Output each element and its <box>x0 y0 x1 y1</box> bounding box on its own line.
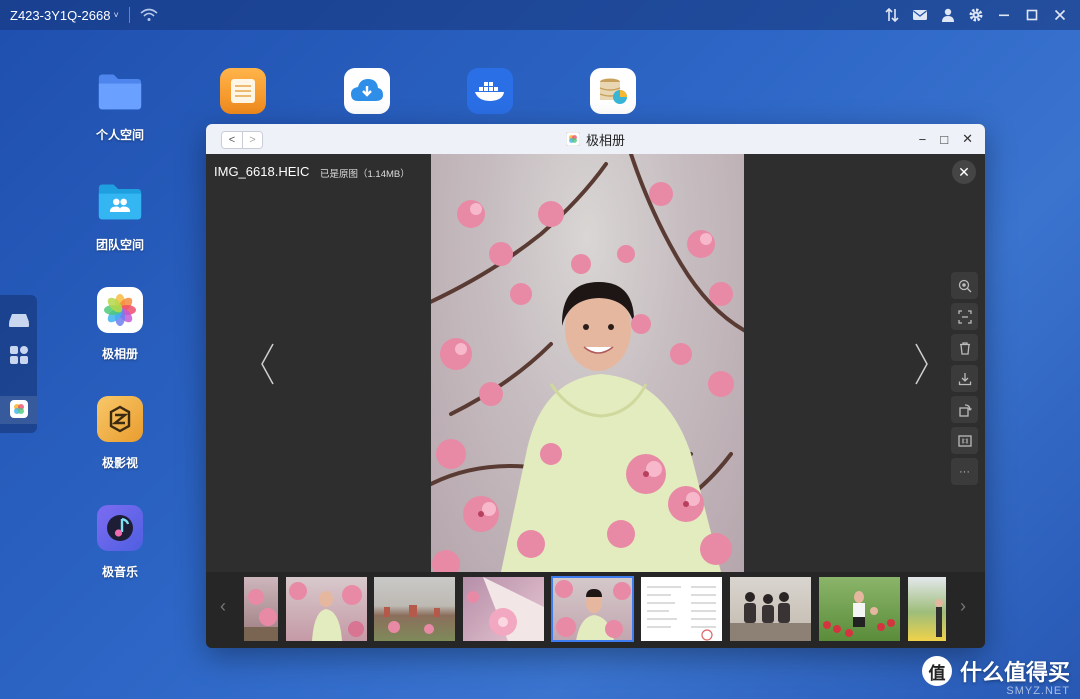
window-title: 极相册 <box>206 130 985 149</box>
close-icon[interactable] <box>1052 7 1068 23</box>
watermark: 值 什么值得买 SMYZ.NET <box>921 655 1070 697</box>
thumbnail[interactable] <box>244 577 278 641</box>
thumbnail[interactable] <box>374 577 455 641</box>
maximize-icon[interactable] <box>1024 7 1040 23</box>
desktop-icon-docker[interactable] <box>450 68 530 114</box>
rotate-icon <box>958 403 972 417</box>
thumbnail[interactable] <box>730 577 811 641</box>
chevron-down-icon: ˅ <box>113 10 119 20</box>
photos-window: < > 极相册 − □ ✕ IMG_6618.HEIC 已是原图（1.14MB） <box>206 124 985 648</box>
desktop-icon-label: 团队空间 <box>95 238 144 252</box>
fit-button[interactable] <box>951 427 978 454</box>
window-maximize-button[interactable]: □ <box>940 132 948 147</box>
download-icon <box>958 372 971 385</box>
wifi-icon[interactable] <box>140 8 158 22</box>
video-icon <box>97 396 143 442</box>
desktop-icon-personal-space[interactable]: 个人空间 <box>80 68 160 143</box>
previous-photo-arrow[interactable] <box>258 342 278 386</box>
transfer-icon[interactable] <box>884 7 900 23</box>
photos-icon <box>565 132 580 146</box>
side-dock <box>0 295 37 433</box>
drive-icon[interactable] <box>8 309 30 331</box>
watermark-subtext: SMYZ.NET <box>1006 685 1070 697</box>
main-photo <box>431 154 744 572</box>
desktop-icon-label: 极影视 <box>101 456 138 470</box>
divider <box>128 7 130 23</box>
filmstrip-prev-button[interactable]: ‹ <box>220 596 226 617</box>
window-close-button[interactable]: ✕ <box>962 131 973 147</box>
thumbnail[interactable] <box>641 577 722 641</box>
music-icon <box>97 505 143 551</box>
mail-icon[interactable] <box>912 7 928 23</box>
filmstrip-next-button[interactable]: › <box>960 596 966 617</box>
thumbnail-selected[interactable] <box>551 576 634 642</box>
window-title-text: 极相册 <box>585 132 625 148</box>
gear-icon[interactable] <box>968 7 984 23</box>
photos-icon[interactable] <box>8 398 30 420</box>
database-icon <box>590 68 636 114</box>
search-zoom-button[interactable] <box>951 272 978 299</box>
viewer-toolbar: ··· <box>951 272 978 485</box>
docker-icon <box>467 68 513 114</box>
viewer-close-button[interactable]: ✕ <box>952 160 976 184</box>
desktop-icon-video[interactable]: 极影视 <box>80 396 160 471</box>
thumbnail[interactable] <box>286 577 367 641</box>
desktop-icon-cloud-download[interactable] <box>327 68 407 114</box>
scan-icon <box>957 309 972 324</box>
desktop-icon-label: 极相册 <box>101 347 138 361</box>
search-zoom-icon <box>958 279 971 292</box>
cloud-download-icon <box>344 68 390 114</box>
rotate-button[interactable] <box>951 396 978 423</box>
desktop-icon-music[interactable]: 极音乐 <box>80 505 160 580</box>
desktop-icon-label: 个人空间 <box>95 128 144 142</box>
more-button[interactable]: ··· <box>951 458 978 485</box>
trash-icon <box>959 341 970 355</box>
desktop-icon-database[interactable] <box>573 68 653 114</box>
thumbnail[interactable] <box>908 577 946 641</box>
device-selector[interactable]: Z423-3Y1Q-2668 ˅ <box>10 8 119 23</box>
apps-grid-icon[interactable] <box>8 344 30 366</box>
thumbnail[interactable] <box>463 577 544 641</box>
top-bar: Z423-3Y1Q-2668 ˅ <box>0 0 1080 30</box>
photo-viewer: IMG_6618.HEIC 已是原图（1.14MB） ✕ ··· <box>206 154 985 572</box>
team-folder-icon <box>97 178 143 224</box>
fit-icon <box>957 434 972 447</box>
thumbnail[interactable] <box>819 577 900 641</box>
photos-icon <box>97 287 143 333</box>
window-minimize-button[interactable]: − <box>919 132 927 147</box>
user-icon[interactable] <box>940 7 956 23</box>
filmstrip: ‹ › <box>206 572 985 648</box>
window-titlebar: < > 极相册 − □ ✕ <box>206 124 985 154</box>
watermark-logo-icon: 值 <box>921 656 952 686</box>
desktop-icon-photos[interactable]: 极相册 <box>80 287 160 362</box>
scan-button[interactable] <box>951 303 978 330</box>
next-photo-arrow[interactable] <box>911 342 931 386</box>
delete-button[interactable] <box>951 334 978 361</box>
file-name: IMG_6618.HEIC <box>214 164 310 179</box>
desktop-icon-notes[interactable] <box>203 68 283 114</box>
desktop-icon-label: 极音乐 <box>101 565 138 579</box>
file-meta: 已是原图（1.14MB） <box>320 169 410 180</box>
download-button[interactable] <box>951 365 978 392</box>
more-icon: ··· <box>959 465 970 478</box>
desktop-icon-team-space[interactable]: 团队空间 <box>80 178 160 253</box>
device-name: Z423-3Y1Q-2668 <box>10 7 111 23</box>
folder-icon <box>97 68 143 114</box>
watermark-text: 什么值得买 <box>959 660 1070 685</box>
notes-icon <box>220 68 266 114</box>
minimize-icon[interactable] <box>996 7 1012 23</box>
